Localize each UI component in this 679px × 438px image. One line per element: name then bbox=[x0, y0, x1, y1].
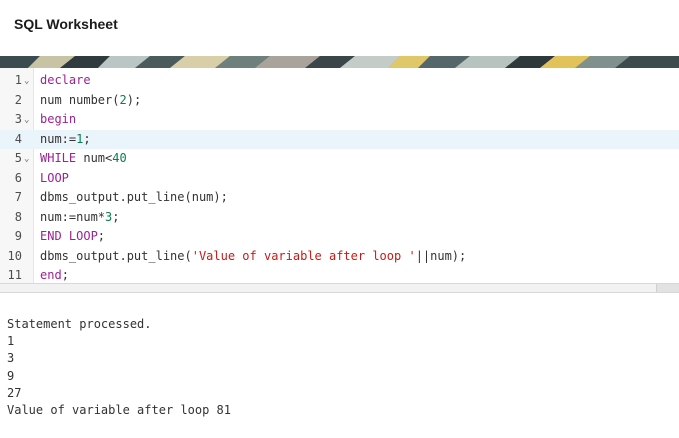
banner-pattern-image bbox=[0, 56, 679, 68]
code-text: end; bbox=[40, 266, 69, 283]
output-panel: Statement processed. 1 3 9 27 Value of v… bbox=[7, 316, 667, 419]
number-token: 2 bbox=[119, 92, 127, 107]
line-number: 4 bbox=[14, 131, 22, 146]
fold-chevron-icon[interactable]: ⌄ bbox=[24, 150, 29, 170]
code-line[interactable]: 3 ⌄ begin bbox=[0, 110, 679, 130]
number-token: 40 bbox=[112, 151, 127, 165]
code-text: num:=num*3; bbox=[40, 208, 120, 228]
line-number: 11 bbox=[7, 268, 22, 282]
code-token: ||num); bbox=[415, 248, 467, 263]
code-token: ); bbox=[126, 92, 142, 107]
code-line-active[interactable]: 4 num:=1; bbox=[0, 129, 679, 150]
code-text: LOOP bbox=[40, 169, 69, 189]
line-number: 8 bbox=[14, 209, 22, 224]
code-token: ; bbox=[61, 268, 69, 282]
code-text: END LOOP; bbox=[40, 227, 105, 247]
resize-handle[interactable] bbox=[656, 284, 679, 292]
code-line[interactable]: 8 num:=num*3; bbox=[0, 208, 679, 228]
line-number: 1 bbox=[14, 73, 22, 87]
code-token: ; bbox=[83, 131, 91, 146]
code-editor[interactable]: 1 ⌄ declare 2 num number(2); 3 ⌄ begin 4… bbox=[0, 68, 679, 283]
line-number: 5 bbox=[14, 151, 22, 165]
fold-chevron-icon[interactable]: ⌄ bbox=[24, 111, 29, 131]
code-line[interactable]: 2 num number(2); bbox=[0, 91, 679, 111]
output-line: Value of variable after loop 81 bbox=[7, 402, 231, 417]
output-line: 1 bbox=[7, 334, 15, 349]
code-text: dbms_output.put_line(num); bbox=[40, 188, 228, 208]
code-line[interactable]: 9 END LOOP; bbox=[0, 227, 679, 247]
code-line[interactable]: 11 end; bbox=[0, 266, 679, 283]
page-title: SQL Worksheet bbox=[14, 16, 118, 32]
code-text: begin bbox=[40, 110, 76, 130]
code-text: num:=1; bbox=[40, 130, 91, 150]
worksheet-header: SQL Worksheet bbox=[0, 0, 679, 56]
output-line: 3 bbox=[7, 351, 15, 366]
code-token: dbms_output.put_line( bbox=[40, 248, 192, 263]
code-text: num number(2); bbox=[40, 91, 141, 111]
code-token: ; bbox=[112, 209, 120, 224]
string-token: 'Value of variable after loop ' bbox=[191, 248, 416, 263]
decorative-banner bbox=[0, 56, 679, 68]
line-number: 2 bbox=[14, 92, 22, 107]
code-token: num< bbox=[76, 151, 113, 165]
code-text: declare bbox=[40, 71, 91, 91]
line-number: 9 bbox=[14, 229, 22, 243]
line-number: 3 bbox=[14, 112, 22, 126]
output-line: 27 bbox=[7, 385, 22, 400]
code-token: num number( bbox=[40, 92, 120, 107]
keyword-token: declare bbox=[40, 73, 91, 87]
line-number: 10 bbox=[7, 248, 22, 263]
code-token: num:= bbox=[40, 131, 77, 146]
keyword-token: begin bbox=[40, 112, 77, 126]
code-line[interactable]: 6 LOOP bbox=[0, 169, 679, 189]
pane-splitter[interactable] bbox=[0, 283, 679, 293]
output-line: 9 bbox=[7, 368, 15, 383]
code-line[interactable]: 10 dbms_output.put_line('Value of variab… bbox=[0, 247, 679, 267]
code-line[interactable]: 7 dbms_output.put_line(num); bbox=[0, 188, 679, 208]
keyword-token: LOOP bbox=[40, 170, 69, 185]
fold-chevron-icon[interactable]: ⌄ bbox=[24, 72, 29, 92]
code-text: dbms_output.put_line('Value of variable … bbox=[40, 247, 466, 267]
code-line[interactable]: 5 ⌄ WHILE num<40 bbox=[0, 149, 679, 169]
keyword-token: END LOOP bbox=[40, 229, 98, 243]
code-text: WHILE num<40 bbox=[40, 149, 127, 169]
keyword-token: end bbox=[40, 268, 62, 282]
code-token: ; bbox=[97, 229, 106, 243]
keyword-token: WHILE bbox=[40, 151, 77, 165]
code-token: dbms_output.put_line(num); bbox=[40, 190, 228, 204]
line-number: 6 bbox=[14, 170, 22, 185]
line-number: 7 bbox=[14, 190, 22, 204]
output-line: Statement processed. bbox=[7, 317, 152, 331]
code-token: num:=num* bbox=[40, 209, 106, 224]
code-line[interactable]: 1 ⌄ declare bbox=[0, 71, 679, 91]
